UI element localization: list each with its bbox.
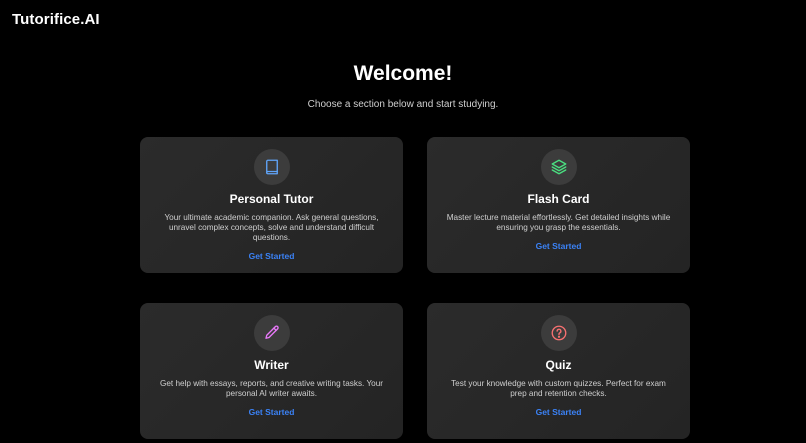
card-flash-card[interactable]: Flash Card Master lecture material effor… (427, 137, 690, 273)
card-description: Master lecture material effortlessly. Ge… (446, 213, 671, 232)
card-personal-tutor[interactable]: Personal Tutor Your ultimate academic co… (140, 137, 403, 273)
question-icon (551, 325, 566, 341)
page: Tutorifice.AI Welcome! Choose a section … (0, 0, 806, 443)
page-subtitle: Choose a section below and start studyin… (307, 99, 499, 110)
card-description: Get help with essays, reports, and creat… (160, 379, 383, 398)
get-started-link[interactable]: Get Started (140, 407, 403, 417)
get-started-link[interactable]: Get Started (140, 251, 403, 261)
icon-circle (253, 149, 290, 185)
card-description: Test your knowledge with custom quizzes.… (451, 379, 666, 398)
layers-icon (551, 159, 566, 175)
card-title: Writer (254, 358, 289, 372)
card-writer[interactable]: Writer Get help with essays, reports, an… (140, 303, 403, 439)
get-started-link[interactable]: Get Started (427, 407, 690, 417)
card-title: Personal Tutor (229, 192, 314, 206)
card-description: Your ultimate academic companion. Ask ge… (164, 213, 379, 242)
book-icon (265, 159, 278, 175)
card-title: Flash Card (527, 192, 590, 206)
icon-circle (540, 149, 577, 185)
card-quiz[interactable]: Quiz Test your knowledge with custom qui… (427, 303, 690, 439)
page-title: Welcome! (353, 62, 453, 85)
icon-circle (540, 315, 577, 351)
card-title: Quiz (545, 358, 572, 372)
get-started-link[interactable]: Get Started (427, 241, 690, 251)
brand-logo[interactable]: Tutorifice.AI (12, 11, 100, 28)
icon-circle (253, 315, 290, 351)
pencil-icon (264, 325, 279, 339)
